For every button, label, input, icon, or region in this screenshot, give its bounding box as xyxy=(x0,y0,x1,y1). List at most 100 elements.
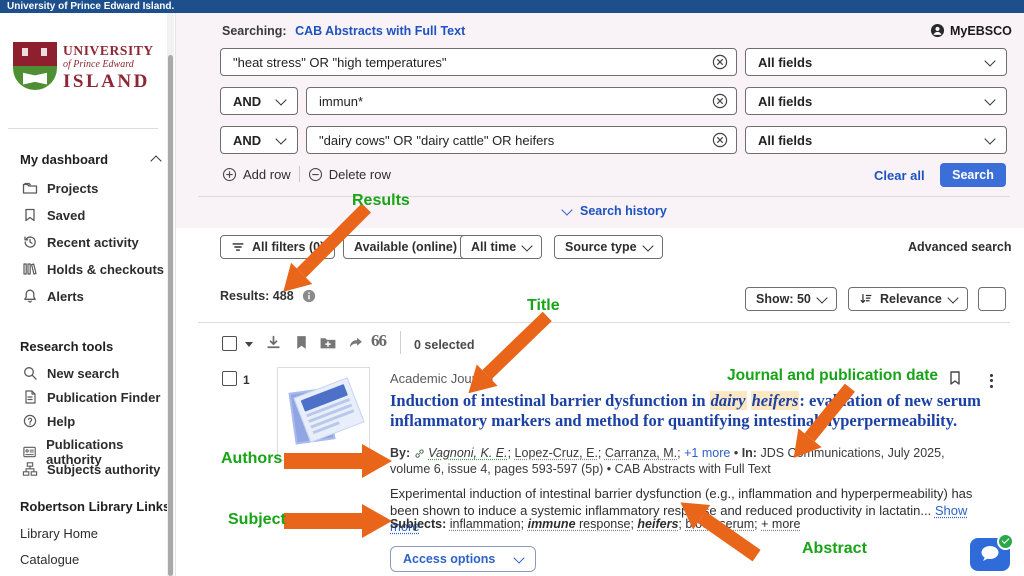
select-all-caret-icon[interactable] xyxy=(245,342,253,347)
sidebar-item-new-search[interactable]: New search xyxy=(22,365,119,381)
boolean-select-3[interactable]: AND xyxy=(220,126,298,154)
record-checkbox[interactable] xyxy=(222,371,237,386)
cite-quote-icon[interactable]: 66 xyxy=(371,331,386,351)
chevron-down-icon xyxy=(561,204,572,215)
subject-link[interactable]: inflammation xyxy=(450,517,521,531)
chevron-down-icon xyxy=(275,133,286,144)
sidebar-link-library-home[interactable]: Library Home xyxy=(20,526,98,541)
annotation-label-results: Results xyxy=(352,192,410,210)
top-banner-title: University of Prince Edward Island. xyxy=(7,1,174,12)
publication-finder-icon xyxy=(22,389,38,405)
delete-row-button[interactable]: Delete row xyxy=(308,167,391,182)
source-type-filter[interactable]: Source type xyxy=(554,235,663,259)
search-button[interactable]: Search xyxy=(940,163,1006,187)
shield-bottom xyxy=(13,66,57,90)
upei-wordmark[interactable]: UNIVERSITY of Prince Edward ISLAND xyxy=(63,44,154,91)
clear-input-3-icon[interactable] xyxy=(712,132,728,148)
divider xyxy=(198,196,1010,197)
projects-folder-icon xyxy=(22,180,38,196)
search-input-1[interactable] xyxy=(220,48,737,76)
database-link[interactable]: CAB Abstracts with Full Text xyxy=(295,24,465,38)
sidebar-item-subjects-authority[interactable]: Subjects authority xyxy=(22,461,160,477)
sidebar-item-projects[interactable]: Projects xyxy=(22,180,98,196)
search-input-2[interactable] xyxy=(306,87,737,115)
help-icon xyxy=(22,413,38,429)
more-subjects-link[interactable]: + more xyxy=(761,517,800,531)
sidebar-section-my-dashboard[interactable]: My dashboard xyxy=(20,152,160,167)
sidebar-section-library-links: Robertson Library Links xyxy=(20,499,170,514)
subject-link[interactable]: immune response xyxy=(528,517,631,531)
sidebar-scrollbar-thumb[interactable] xyxy=(168,55,173,576)
alerts-bell-icon xyxy=(22,288,38,304)
field-select-2[interactable]: All fields xyxy=(745,87,1007,115)
clear-input-1-icon[interactable] xyxy=(712,54,728,70)
sidebar-item-holds-checkouts[interactable]: Holds & checkouts xyxy=(22,261,164,277)
chevron-down-icon xyxy=(984,133,995,144)
recent-activity-icon xyxy=(22,234,38,250)
chevron-down-icon xyxy=(984,55,995,66)
search-history-toggle[interactable]: Search history xyxy=(563,204,667,218)
download-icon[interactable] xyxy=(265,334,282,351)
available-online-filter[interactable]: Available (online) xyxy=(343,235,468,259)
search-icon xyxy=(22,365,38,381)
plus-circle-icon xyxy=(222,167,237,182)
field-select-3[interactable]: All fields xyxy=(745,126,1007,154)
publications-authority-icon xyxy=(22,444,37,460)
advanced-search-link[interactable]: Advanced search xyxy=(908,240,1012,254)
author-link[interactable]: Carranza, M. xyxy=(605,446,677,460)
record-bookmark-icon[interactable] xyxy=(947,370,963,386)
add-row-button[interactable]: Add row xyxy=(222,167,291,182)
annotation-arrow-authors xyxy=(284,444,392,478)
divider xyxy=(400,331,401,354)
field-select-1[interactable]: All fields xyxy=(745,48,1007,76)
chevron-down-icon xyxy=(816,292,827,303)
myebsco-button[interactable]: MyEBSCO xyxy=(930,23,1012,38)
subjects-authority-icon xyxy=(22,461,38,477)
chevron-down-icon xyxy=(642,240,653,251)
show-per-page-select[interactable]: Show: 50 xyxy=(745,287,837,311)
arrow-shaft xyxy=(284,513,362,529)
arrow-head xyxy=(362,504,392,538)
chevron-down-icon xyxy=(513,552,524,563)
all-time-filter[interactable]: All time xyxy=(460,235,542,259)
arrow-shaft xyxy=(284,453,362,469)
upei-shield-logo[interactable] xyxy=(13,42,57,90)
annotation-label-abstract: Abstract xyxy=(802,540,867,558)
minus-circle-icon xyxy=(308,167,323,182)
share-icon[interactable] xyxy=(347,334,364,351)
sidebar-item-help[interactable]: Help xyxy=(22,413,75,429)
boolean-select-2[interactable]: AND xyxy=(220,87,298,115)
sidebar-link-catalogue[interactable]: Catalogue xyxy=(20,552,79,567)
author-link[interactable]: Vagnoni, K. E. xyxy=(428,446,507,460)
chevron-up-icon xyxy=(150,155,161,166)
annotation-arrow-subject xyxy=(284,504,392,538)
chevron-down-icon xyxy=(275,94,286,105)
clear-all-button[interactable]: Clear all xyxy=(874,168,925,183)
saved-bookmark-icon xyxy=(22,207,38,223)
search-input-3[interactable] xyxy=(306,126,737,154)
chat-widget-button[interactable] xyxy=(970,538,1010,571)
sidebar-item-publication-finder[interactable]: Publication Finder xyxy=(22,389,160,405)
more-authors-link[interactable]: +1 more xyxy=(684,446,730,460)
top-banner: University of Prince Edward Island. xyxy=(0,0,1024,13)
sidebar-item-saved[interactable]: Saved xyxy=(22,207,85,223)
select-all-checkbox[interactable] xyxy=(222,336,237,351)
annotation-label-authors: Authors xyxy=(221,450,282,468)
subject-link[interactable]: heifers xyxy=(637,517,678,531)
sidebar-item-alerts[interactable]: Alerts xyxy=(22,288,84,304)
sidebar: UNIVERSITY of Prince Edward ISLAND My da… xyxy=(0,13,176,576)
access-options-button[interactable]: Access options xyxy=(390,546,536,572)
results-overflow-menu[interactable] xyxy=(978,287,1006,311)
highlighted-term: heifers xyxy=(751,391,800,410)
record-byline: By: Vagnoni, K. E.; Lopez-Cruz, E.; Carr… xyxy=(390,446,978,477)
bookmark-icon[interactable] xyxy=(293,334,310,351)
author-link[interactable]: Lopez-Cruz, E. xyxy=(515,446,598,460)
clear-input-2-icon[interactable] xyxy=(712,93,728,109)
sort-select[interactable]: Relevance xyxy=(848,287,968,311)
annotation-label-subject: Subject xyxy=(228,511,286,529)
book-icon xyxy=(23,72,47,85)
add-to-folder-icon[interactable] xyxy=(319,334,337,351)
author-link-icon xyxy=(414,448,425,459)
sidebar-item-recent-activity[interactable]: Recent activity xyxy=(22,234,139,250)
record-overflow-menu[interactable] xyxy=(986,371,996,390)
